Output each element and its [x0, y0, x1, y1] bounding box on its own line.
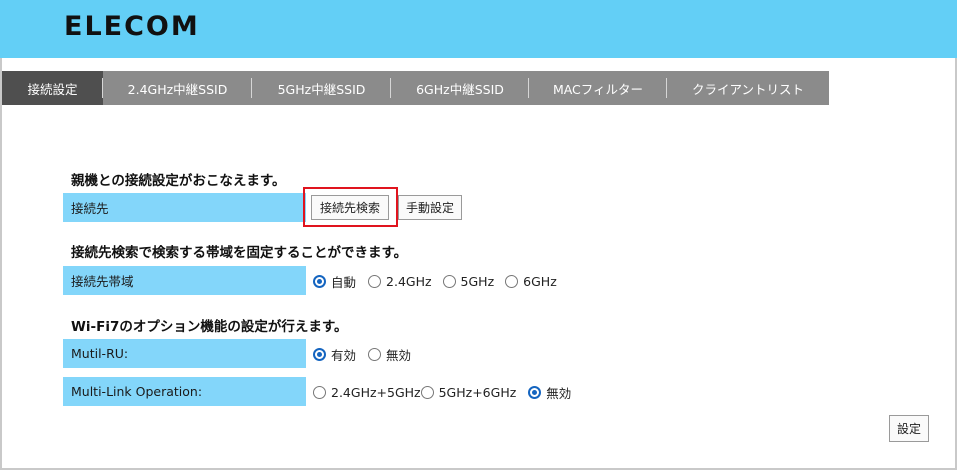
header-bar: ELECOM [0, 0, 957, 58]
radio-selected-icon [313, 274, 326, 288]
mlo-label: Multi-Link Operation: [63, 377, 306, 406]
radio-icon [368, 274, 382, 288]
tab-5ghz-ssid[interactable]: 5GHz中継SSID [252, 71, 391, 105]
radio-selected-icon [528, 385, 542, 399]
tab-6ghz-ssid[interactable]: 6GHz中継SSID [391, 71, 529, 105]
mlo-radio-5-6ghz-label: 5GHz+6GHz [438, 384, 517, 400]
band-radio-5ghz-label: 5GHz [460, 273, 495, 289]
wifi7-section-title: Wi-Fi7のオプション機能の設定が行えます。 [71, 319, 348, 335]
band-radio-2-4ghz[interactable]: 2.4GHz [368, 274, 432, 289]
band-radio-auto[interactable]: 自動 [313, 272, 356, 291]
mru-radio-disabled-label: 無効 [386, 347, 412, 363]
apply-settings-button[interactable]: 設定 [889, 415, 929, 442]
radio-icon [442, 274, 456, 288]
content-frame [0, 58, 957, 470]
manual-settings-button[interactable]: 手動設定 [398, 195, 462, 220]
mlo-radio-disabled-label: 無効 [546, 385, 572, 401]
connection-section-title: 親機との接続設定がおこなえます。 [71, 173, 286, 189]
radio-icon [505, 274, 519, 288]
search-connection-button[interactable]: 接続先検索 [311, 195, 389, 220]
mru-radio-enabled-label: 有効 [331, 347, 357, 363]
band-radio-auto-label: 自動 [331, 274, 357, 290]
tab-bar: 接続設定 2.4GHz中継SSID 5GHz中継SSID 6GHz中継SSID … [2, 71, 829, 105]
band-radio-6ghz-label: 6GHz [523, 273, 557, 289]
radio-icon [368, 347, 382, 361]
mlo-radio-5-6ghz[interactable]: 5GHz+6GHz [420, 384, 517, 400]
elecom-logo: ELECOM [64, 11, 200, 42]
tab-client-list[interactable]: クライアントリスト [667, 71, 829, 105]
mru-radio-group: 有効 無効 [313, 344, 411, 364]
mru-label: Mutil-RU: [63, 339, 306, 368]
mlo-radio-2-4-5ghz[interactable]: 2.4GHz+5GHz [313, 385, 421, 400]
tab-2-4ghz-ssid[interactable]: 2.4GHz中継SSID [103, 71, 252, 105]
radio-icon [313, 385, 326, 399]
band-label: 接続先帯域 [63, 266, 306, 295]
band-radio-group: 自動 2.4GHz 5GHz 6GHz [313, 271, 557, 291]
radio-icon [420, 385, 434, 399]
mru-radio-disabled[interactable]: 無効 [368, 345, 411, 364]
band-radio-2-4ghz-label: 2.4GHz [386, 273, 432, 289]
tab-connection-settings[interactable]: 接続設定 [2, 71, 103, 105]
mlo-radio-disabled[interactable]: 無効 [528, 383, 571, 402]
connection-target-label: 接続先 [63, 193, 306, 222]
mlo-radio-2-4-5ghz-label: 2.4GHz+5GHz [331, 384, 421, 400]
band-section-title: 接続先検索で検索する帯域を固定することができます。 [71, 245, 408, 261]
mlo-radio-group: 2.4GHz+5GHz 5GHz+6GHz 無効 [313, 382, 571, 402]
band-radio-5ghz[interactable]: 5GHz [442, 273, 495, 289]
band-radio-6ghz[interactable]: 6GHz [505, 274, 557, 289]
mru-radio-enabled[interactable]: 有効 [313, 345, 356, 364]
tab-mac-filter[interactable]: MACフィルター [529, 71, 667, 105]
radio-selected-icon [313, 347, 326, 361]
